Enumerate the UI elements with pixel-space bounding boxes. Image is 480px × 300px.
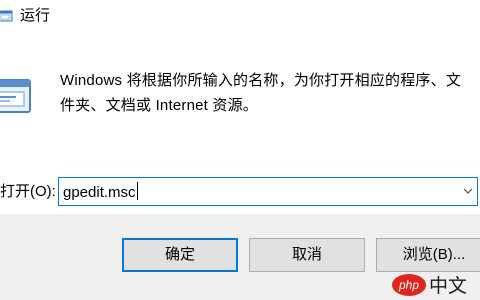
open-input-value[interactable]: gpedit.msc <box>63 182 138 203</box>
window-title: 运行 <box>20 7 51 24</box>
open-combobox[interactable]: gpedit.msc <box>58 177 478 206</box>
cancel-button[interactable]: 取消 <box>249 238 365 272</box>
svg-text:php: php <box>398 278 419 292</box>
open-field-label: 打开(O): <box>0 183 56 200</box>
run-app-icon <box>0 10 13 22</box>
ok-button[interactable]: 确定 <box>122 238 238 272</box>
php-watermark-logo: php 中文 <box>392 274 467 297</box>
title-bar: 运行 <box>0 0 480 32</box>
dialog-body: Windows 将根据你所输入的名称，为你打开相应的程序、文件夹、文档或 Int… <box>0 32 480 214</box>
description-text: Windows 将根据你所输入的名称，为你打开相应的程序、文件夹、文档或 Int… <box>60 72 462 114</box>
chevron-down-icon[interactable] <box>463 188 473 195</box>
text-caret <box>136 182 138 200</box>
browse-button[interactable]: 浏览(B)... <box>376 238 480 272</box>
svg-text:中文: 中文 <box>429 275 467 297</box>
run-dialog-icon <box>0 79 31 113</box>
